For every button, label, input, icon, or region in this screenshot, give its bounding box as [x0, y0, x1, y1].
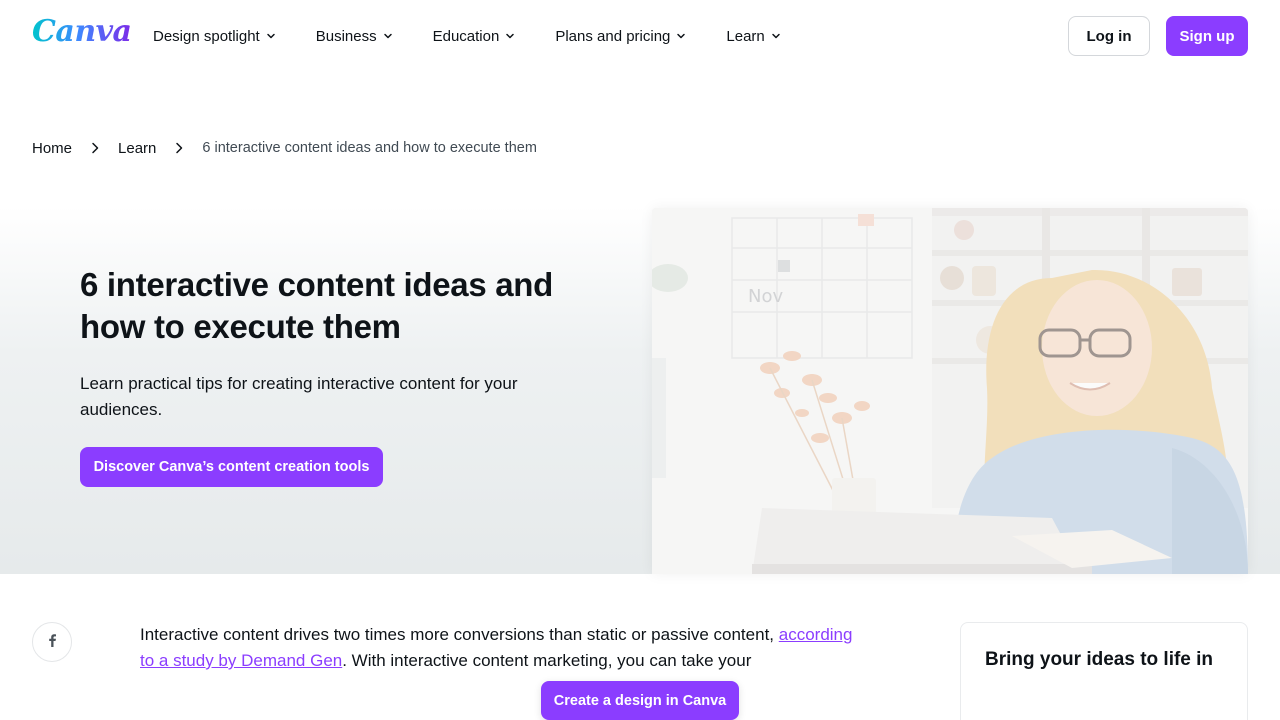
facebook-icon [46, 633, 58, 652]
facebook-share-button[interactable] [32, 622, 72, 662]
article-text: . With interactive content marketing, yo… [342, 651, 752, 670]
hero-subtitle: Learn practical tips for creating intera… [80, 374, 518, 419]
chevron-right-icon [90, 142, 100, 154]
create-design-button[interactable]: Create a design in Canva [541, 681, 739, 720]
breadcrumb: Home Learn 6 interactive content ideas a… [32, 138, 537, 158]
promo-sidecard: Bring your ideas to life in [960, 622, 1248, 720]
chevron-down-icon [383, 31, 393, 41]
page-title: 6 interactive content ideas and how to e… [80, 266, 554, 345]
breadcrumb-learn-link[interactable]: Learn [118, 140, 156, 157]
nav-item-label: Business [315, 27, 377, 45]
canva-logo[interactable]: Canva [32, 14, 132, 49]
chevron-down-icon [505, 31, 515, 41]
chevron-down-icon [266, 31, 276, 41]
nav-item-label: Design spotlight [153, 27, 260, 45]
article-intro: Interactive content drives two times mor… [140, 622, 860, 674]
breadcrumb-current-page: 6 interactive content ideas and how to e… [202, 140, 537, 156]
nav-item-learn[interactable]: Learn [726, 28, 780, 45]
nav-item-label: Plans and pricing [555, 27, 671, 45]
nav-item-label: Education [432, 27, 500, 45]
nav-item-education[interactable]: Education [433, 28, 516, 45]
chevron-down-icon [771, 31, 781, 41]
signup-button[interactable]: Sign up [1166, 16, 1248, 56]
nav-item-label: Learn [726, 27, 765, 45]
discover-tools-button[interactable]: Discover Canva’s content creation tools [80, 447, 383, 487]
sidecard-title: Bring your ideas to life in [985, 649, 1214, 670]
nav-item-business[interactable]: Business [316, 28, 393, 45]
hero-section: 6 interactive content ideas and how to e… [0, 206, 1280, 574]
chevron-right-icon [174, 142, 184, 154]
breadcrumb-home-link[interactable]: Home [32, 140, 72, 157]
hero-image: Nov [652, 208, 1248, 574]
login-button[interactable]: Log in [1068, 16, 1150, 56]
nav-item-design-spotlight[interactable]: Design spotlight [153, 28, 276, 45]
article-text: Interactive content drives two times mor… [140, 625, 779, 644]
nav-item-plans-and-pricing[interactable]: Plans and pricing [555, 28, 686, 45]
main-nav: Design spotlight Business Education Plan… [153, 0, 821, 72]
site-header: Canva Design spotlight Business Educatio… [0, 0, 1280, 72]
chevron-down-icon [676, 31, 686, 41]
